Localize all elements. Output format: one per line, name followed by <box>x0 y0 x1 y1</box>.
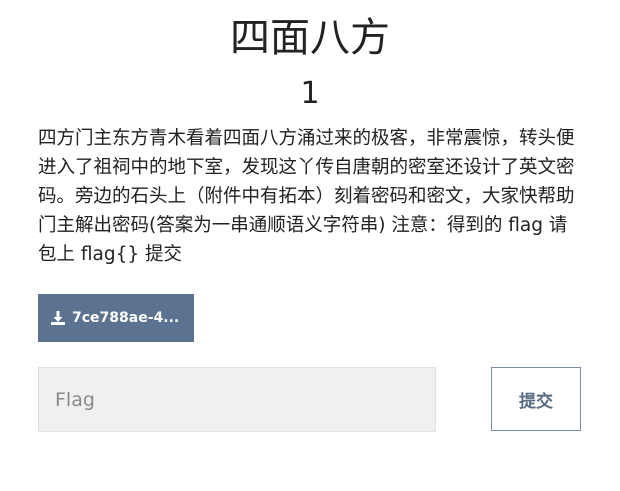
challenge-points: 1 <box>300 76 320 111</box>
challenge-panel: 四面八方 1 四方门主东方青木看着四面八方涌过来的极客，非常震惊，转头便进入了祖… <box>0 0 620 491</box>
challenge-description: 四方门主东方青木看着四面八方涌过来的极客，非常震惊，转头便进入了祖祠中的地下室，… <box>38 128 575 265</box>
attachment-download-button[interactable]: 7ce788ae-4... <box>38 294 194 342</box>
challenge-title: 四面八方 <box>230 15 390 61</box>
attachment-label: 7ce788ae-4... <box>72 310 180 326</box>
download-icon <box>51 311 65 325</box>
flag-input[interactable] <box>38 367 436 432</box>
submit-button[interactable]: 提交 <box>491 367 581 431</box>
